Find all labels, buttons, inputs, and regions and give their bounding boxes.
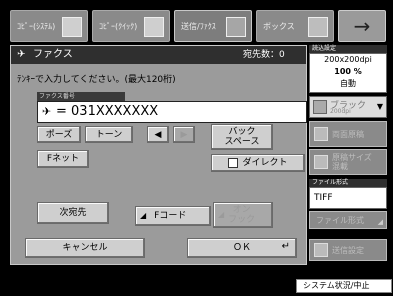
resolution-value: 200x200dpi — [324, 55, 372, 64]
system-status-label: システム状況/中止 — [303, 281, 370, 290]
color-sub-value: 200dpi — [330, 108, 351, 115]
tab-label: ｺﾋﾟｰ(ｸｲｯｸ) — [99, 21, 138, 31]
color-mode-icon — [313, 100, 327, 114]
caret-left-icon: ◀ — [154, 129, 162, 140]
cursor-left-button[interactable]: ◀ — [147, 126, 169, 143]
send-settings-label: 送信設定 — [332, 245, 364, 255]
direct-label: ダイレクト — [242, 158, 288, 168]
onhook-label: オン フック — [228, 205, 256, 225]
arrow-right-icon: → — [353, 14, 371, 38]
fax-number-label: ファクス番号 — [37, 92, 125, 101]
panel-title: ファクス — [33, 49, 73, 60]
next-destination-label: 次宛先 — [59, 208, 87, 218]
duplex-icon — [314, 127, 328, 141]
ok-label: ＯＫ — [232, 243, 251, 253]
pause-button[interactable]: ポーズ — [37, 126, 81, 143]
send-settings-icon — [314, 243, 328, 257]
read-settings-header: 読込設定 — [309, 45, 387, 53]
cancel-label: キャンセル — [62, 243, 108, 253]
fcode-button[interactable]: ◢ Fコード — [135, 206, 211, 226]
tab-label: ｺﾋﾟｰ(ｼｽﾃﾑ) — [17, 21, 56, 31]
instruction-text: ﾃﾝｷｰで入力してください。(最大120桁) — [17, 75, 176, 85]
fax-icon: ✈ — [42, 105, 52, 118]
tab-label: ボックス — [263, 21, 295, 31]
duplex-original-button[interactable]: 両面原稿 — [309, 121, 387, 147]
cursor-right-button[interactable]: ▶ — [173, 126, 195, 143]
checkbox-icon — [228, 158, 239, 168]
tab-send-fax[interactable]: 送信/ﾌｧｸｽ — [174, 10, 252, 42]
file-format-value: TIFF — [309, 187, 387, 209]
next-destination-button[interactable]: 次宛先 — [37, 202, 109, 224]
onhook-button[interactable]: ◢ オン フック — [213, 202, 273, 228]
send-icon — [226, 17, 246, 37]
pause-label: ポーズ — [45, 129, 73, 140]
zoom-value: 100 % — [334, 67, 362, 76]
fnet-button[interactable]: Fネット — [37, 150, 89, 168]
send-settings-button[interactable]: 送信設定 — [309, 239, 387, 261]
chevron-down-icon: ▼ — [376, 102, 383, 111]
fnet-label: Fネット — [46, 154, 80, 164]
caret-right-icon: ▶ — [180, 129, 188, 140]
tab-label: 送信/ﾌｧｸｽ — [181, 21, 216, 31]
file-format-button[interactable]: ファイル形式 ◢ — [309, 211, 387, 229]
tab-box[interactable]: ボックス — [256, 10, 334, 42]
box-icon — [308, 17, 328, 37]
mixed-size-button[interactable]: 原稿サイズ 混載 — [309, 149, 387, 175]
tone-button[interactable]: トーン — [85, 126, 133, 143]
corner-triangle-icon: ◢ — [218, 210, 225, 219]
enter-icon: ↵ — [281, 241, 290, 252]
fax-icon: ✈ — [17, 49, 26, 60]
color-select[interactable]: ブラック 200dpi ▼ — [309, 96, 387, 118]
backspace-button[interactable]: バック スペース — [211, 124, 273, 150]
tab-copy-quick[interactable]: ｺﾋﾟｰ(ｸｲｯｸ) — [92, 10, 170, 42]
settings-sidebar: 読込設定 200x200dpi 100 % 自動 ブラック 200dpi ▼ 両… — [309, 45, 387, 265]
mixed-size-icon — [314, 155, 328, 169]
file-format-label: ファイル形式 — [316, 215, 364, 225]
backspace-label: バック スペース — [224, 127, 260, 147]
cancel-button[interactable]: キャンセル — [25, 238, 145, 258]
fax-number-value: = 031XXXXXXX — [56, 104, 159, 119]
mixed-size-label: 原稿サイズ 混載 — [332, 153, 372, 171]
ok-button[interactable]: ＯＫ ↵ — [187, 238, 297, 258]
direct-button[interactable]: ダイレクト — [211, 154, 305, 172]
read-settings-summary[interactable]: 200x200dpi 100 % 自動 — [309, 53, 387, 93]
duplex-label: 両面原稿 — [332, 129, 364, 139]
corner-triangle-icon: ◢ — [377, 218, 383, 226]
copier-icon — [144, 17, 164, 37]
fax-panel: ✈ ファクス 宛先数：0 ﾃﾝｷｰで入力してください。(最大120桁) ファクス… — [10, 45, 307, 265]
tab-copy-system[interactable]: ｺﾋﾟｰ(ｼｽﾃﾑ) — [10, 10, 88, 42]
fax-number-field[interactable]: ✈ = 031XXXXXXX — [37, 101, 307, 123]
file-format-header: ファイル形式 — [309, 179, 387, 187]
destination-count: 宛先数：0 — [243, 50, 285, 60]
next-page-button[interactable]: → — [338, 10, 386, 42]
fcode-label: Fコード — [154, 211, 187, 221]
panel-header: ✈ ファクス 宛先数：0 — [11, 46, 306, 64]
copier-icon — [62, 17, 82, 37]
system-status-button[interactable]: システム状況/中止 — [296, 279, 392, 293]
tone-label: トーン — [95, 129, 123, 140]
mode-value: 自動 — [340, 79, 356, 88]
corner-triangle-icon: ◢ — [140, 211, 147, 220]
